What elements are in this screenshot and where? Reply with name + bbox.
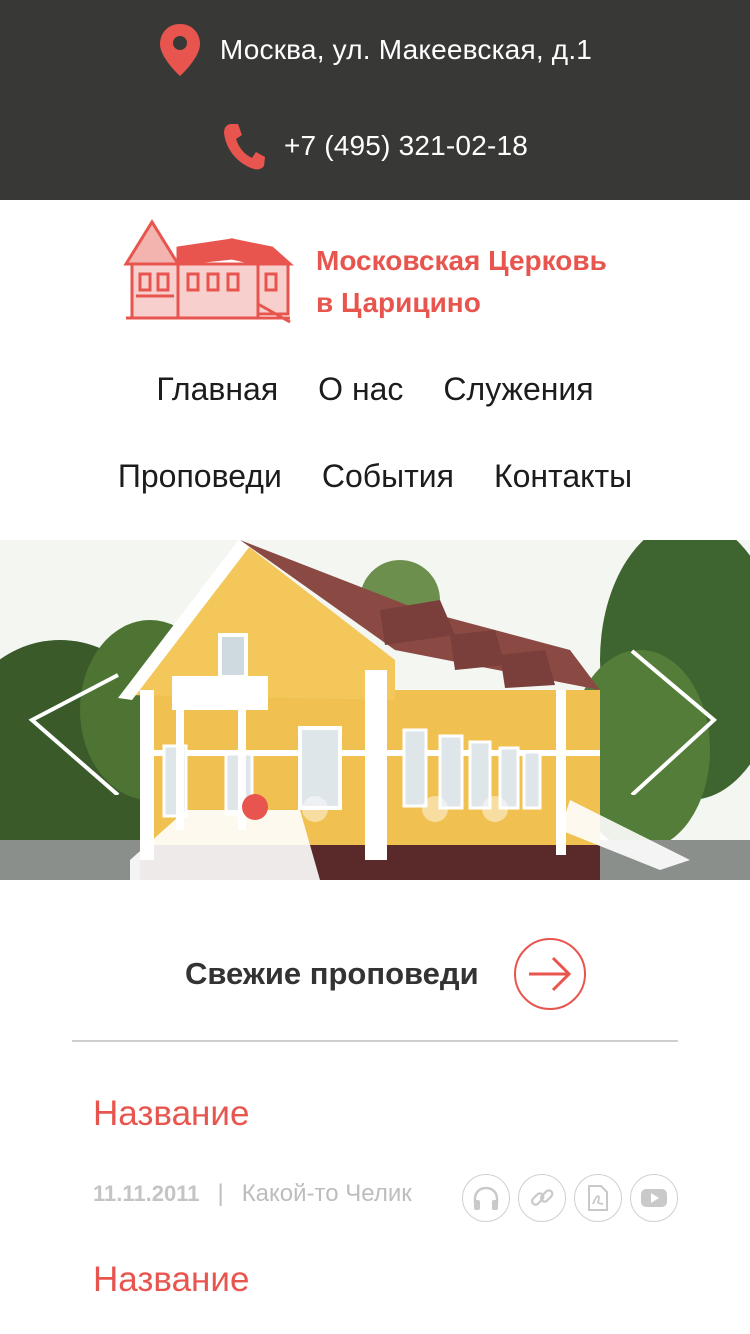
nav-item-ministries[interactable]: Служения	[443, 365, 593, 413]
pdf-icon	[588, 1185, 608, 1211]
sermon-meta-1: 11.11.2011 | Какой-то Челик	[93, 1180, 412, 1208]
address-text: Москва, ул. Макеевская, д.1	[219, 34, 593, 65]
sermon-title-2[interactable]: Название	[93, 1260, 249, 1300]
sermon-date: 11.11.2011	[93, 1181, 200, 1206]
section-title-fresh-sermons: Свежие проповеди	[185, 956, 479, 991]
brand-name[interactable]: Московская Церковь в Царицино	[316, 240, 676, 324]
main-nav-row-1: Главная О нас Служения	[0, 365, 750, 413]
brand-line-2: в Царицино	[316, 287, 481, 318]
fresh-sermons-go-button[interactable]	[514, 938, 586, 1010]
sermon-actions-1	[462, 1174, 686, 1222]
listen-button[interactable]	[462, 1174, 510, 1222]
arrow-right-icon	[529, 956, 572, 992]
chevron-right-icon	[630, 649, 718, 797]
slider-dot-1[interactable]	[242, 794, 268, 820]
address-row[interactable]: Москва, ул. Макеевская, д.1	[0, 22, 750, 78]
chevron-left-icon	[28, 673, 120, 797]
download-pdf-button[interactable]	[574, 1174, 622, 1222]
youtube-icon	[641, 1189, 667, 1207]
section-divider	[72, 1040, 678, 1042]
phone-text: +7 (495) 321-02-18	[283, 130, 529, 161]
headphones-icon	[473, 1186, 499, 1210]
nav-item-sermons[interactable]: Проповеди	[118, 452, 282, 500]
sermon-author: Какой-то Челик	[241, 1180, 412, 1207]
main-nav-row-2: Проповеди События Контакты	[0, 452, 750, 500]
slider-dot-4[interactable]	[482, 796, 508, 822]
copy-link-button[interactable]	[518, 1174, 566, 1222]
brand-line-1: Московская Церковь	[316, 245, 607, 276]
meta-separator: |	[217, 1180, 224, 1207]
phone-icon	[222, 121, 266, 171]
slider-next-button[interactable]	[628, 645, 728, 797]
nav-item-events[interactable]: События	[322, 452, 454, 500]
slider-dot-2[interactable]	[302, 796, 328, 822]
sermon-title-1[interactable]: Название	[93, 1094, 249, 1134]
slider-prev-button[interactable]	[22, 645, 122, 797]
link-icon	[530, 1189, 554, 1206]
map-pin-icon	[158, 22, 202, 78]
nav-item-about[interactable]: О нас	[318, 365, 403, 413]
nav-item-home[interactable]: Главная	[156, 365, 278, 413]
church-building-logo[interactable]	[122, 218, 294, 328]
slider-dots	[240, 794, 540, 822]
slider-dot-3[interactable]	[422, 796, 448, 822]
watch-video-button[interactable]	[630, 1174, 678, 1222]
top-info-bar: Москва, ул. Макеевская, д.1 +7 (495) 321…	[0, 0, 750, 200]
nav-item-contacts[interactable]: Контакты	[494, 452, 632, 500]
phone-row[interactable]: +7 (495) 321-02-18	[0, 118, 750, 174]
